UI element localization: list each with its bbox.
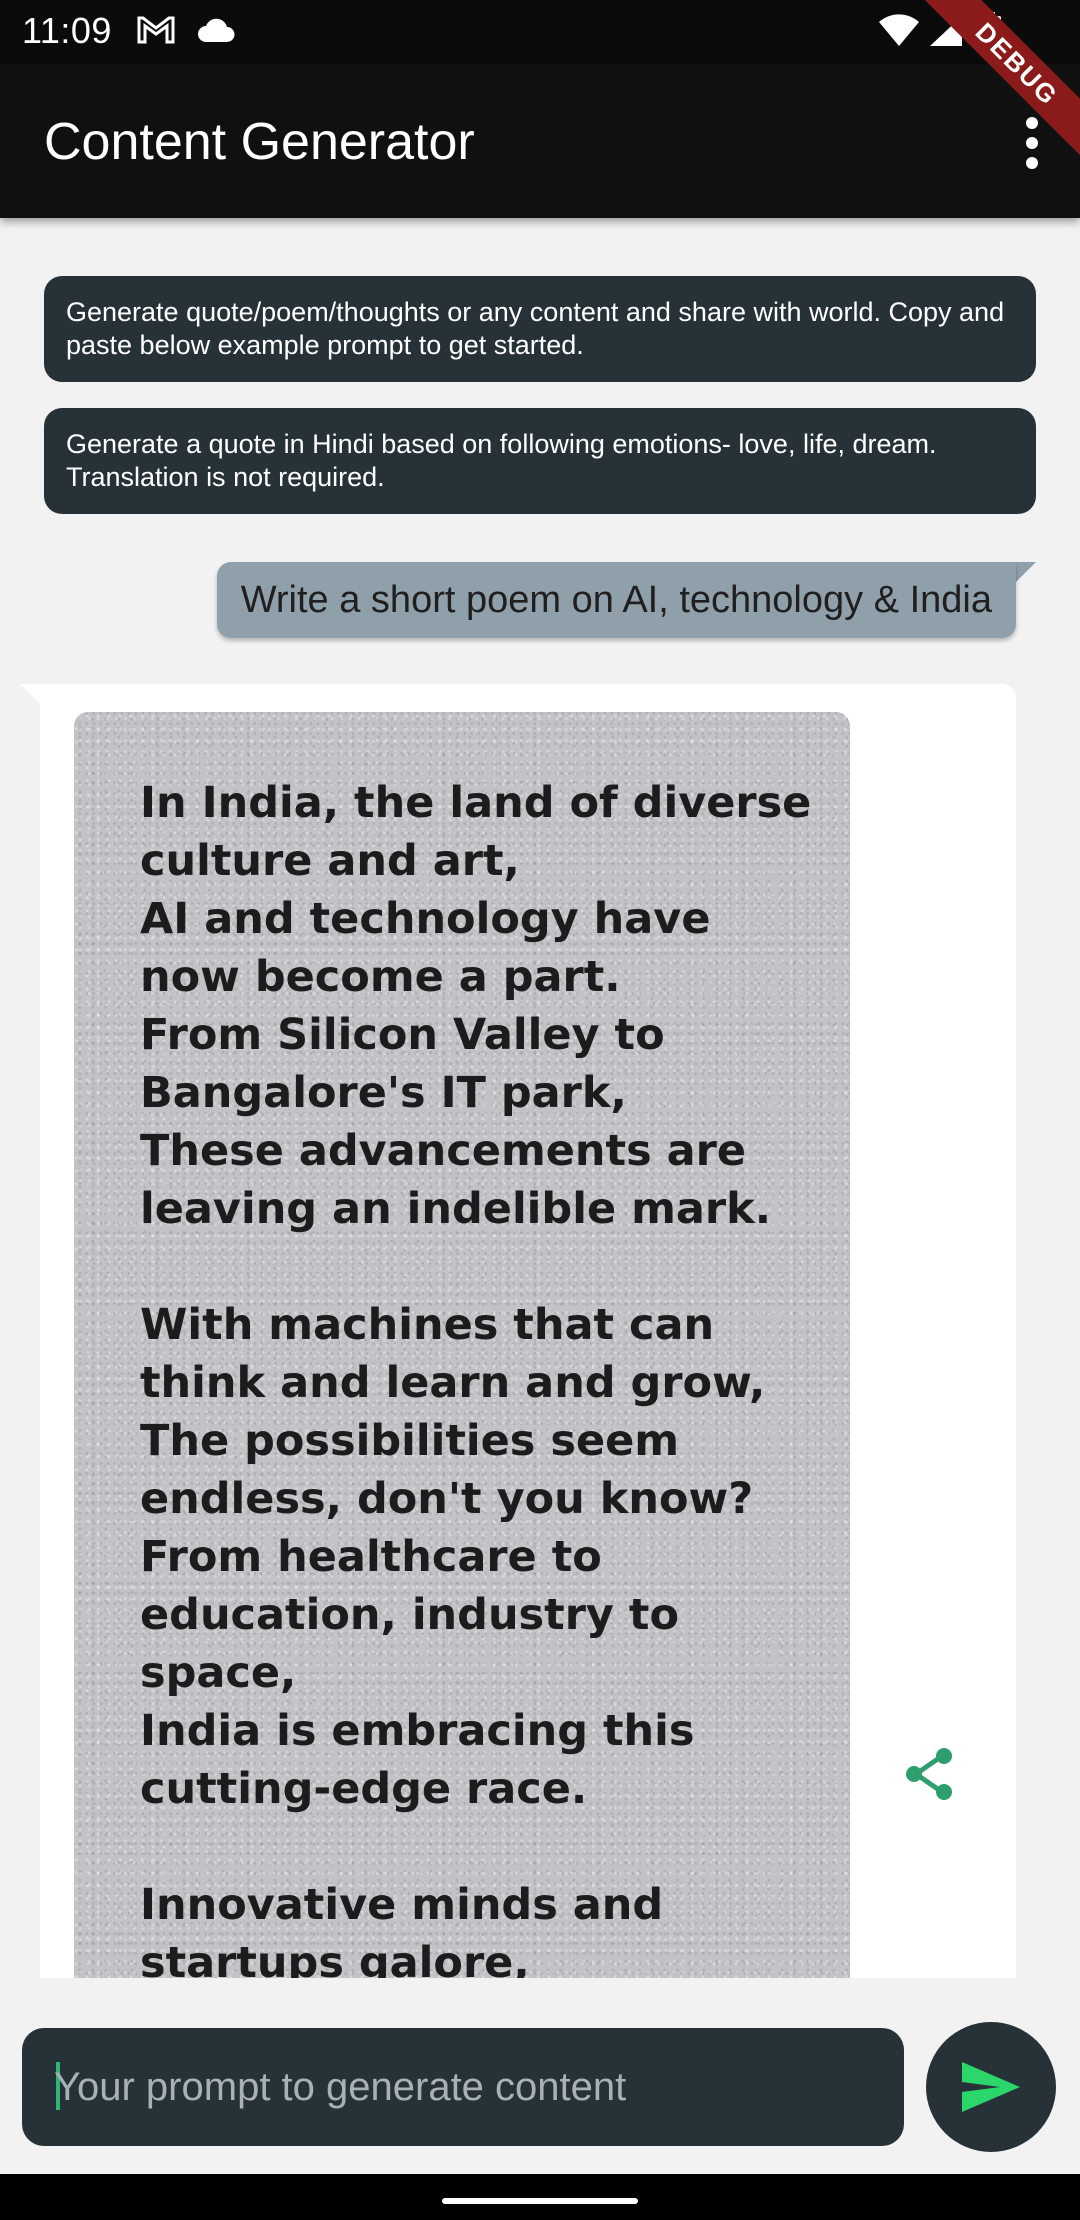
wifi-icon — [878, 14, 920, 53]
app-title: Content Generator — [44, 113, 475, 171]
share-icon[interactable] — [902, 1746, 958, 1802]
poem-image: In India, the land of diverse culture an… — [74, 712, 850, 1978]
status-bar: 11:09 — [0, 0, 1080, 64]
send-button[interactable] — [926, 2022, 1056, 2152]
app-screen: 11:09 Content Generator DEBUG Generate q… — [0, 0, 1080, 2220]
input-row: Your prompt to generate content — [0, 1978, 1080, 2174]
cloud-icon — [196, 18, 236, 49]
home-gesture-pill[interactable] — [442, 2198, 638, 2204]
chat-list[interactable]: Generate quote/poem/thoughts or any cont… — [0, 218, 1080, 1978]
bot-message-card: In India, the land of diverse culture an… — [40, 684, 1016, 1978]
bot-bubble-tail — [20, 684, 42, 706]
prompt-placeholder: Your prompt to generate content — [54, 2065, 627, 2109]
user-message-bubble: Write a short poem on AI, technology & I… — [216, 562, 1016, 638]
gmail-icon — [136, 14, 176, 51]
app-bar: Content Generator — [0, 64, 1080, 218]
prompt-input[interactable]: Your prompt to generate content — [22, 2028, 904, 2146]
info-card-example-prompt[interactable]: Generate a quote in Hindi based on follo… — [44, 408, 1036, 514]
send-icon — [962, 2062, 1020, 2112]
user-bubble-tail — [1014, 562, 1036, 584]
status-time: 11:09 — [22, 10, 112, 51]
more-vert-icon[interactable] — [1012, 114, 1052, 174]
poem-text: In India, the land of diverse culture an… — [140, 778, 812, 1978]
info-card-intro: Generate quote/poem/thoughts or any cont… — [44, 276, 1036, 382]
navigation-bar — [0, 2174, 1080, 2220]
